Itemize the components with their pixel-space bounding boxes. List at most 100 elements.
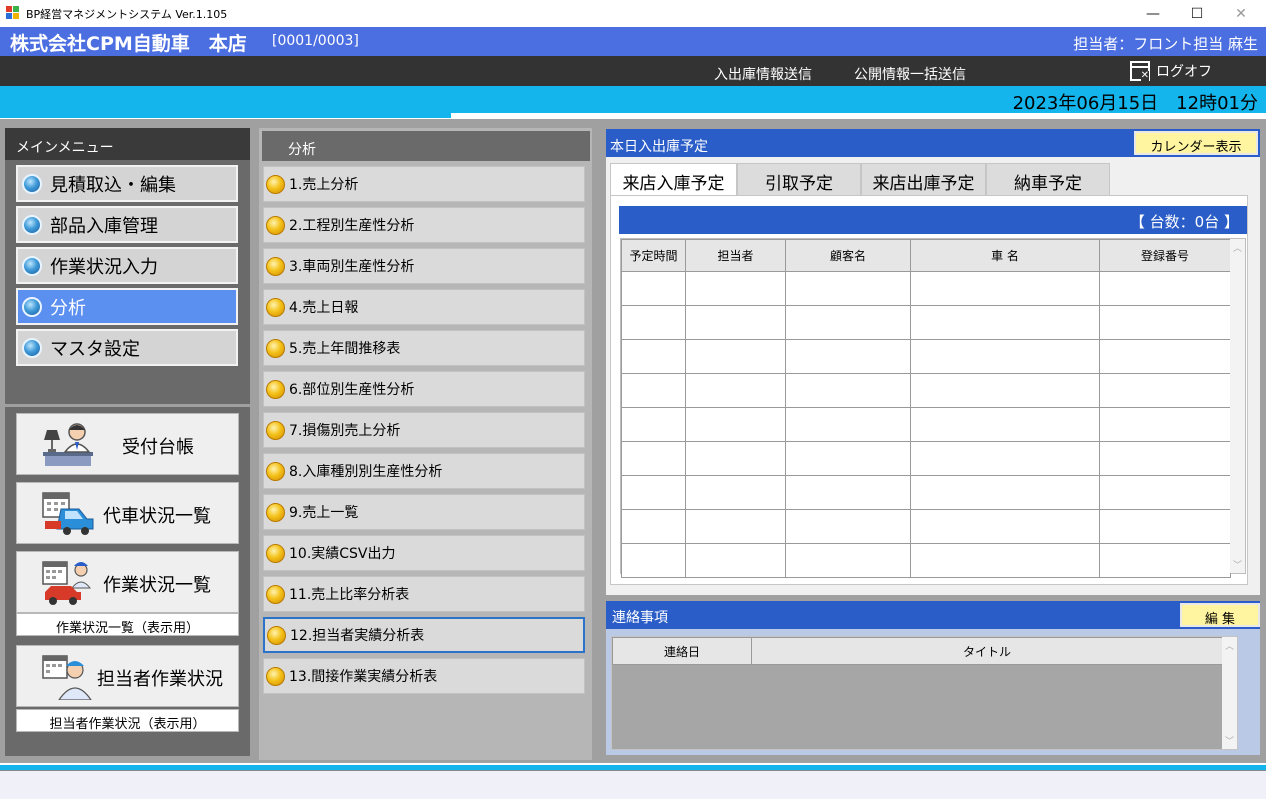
work-status-label: 作業状況一覧 — [103, 575, 211, 596]
analysis-item[interactable]: 2.工程別生産性分析 — [263, 207, 585, 243]
analysis-item[interactable]: 10.実績CSV出力 — [263, 535, 585, 571]
staff-work-button[interactable]: 担当者作業状況 — [16, 645, 239, 707]
maximize-button[interactable]: ☐ — [1174, 0, 1220, 27]
column-header[interactable]: 連絡日 — [612, 637, 752, 665]
column-header[interactable]: 車 名 — [910, 239, 1100, 272]
analysis-item[interactable]: 13.間接作業実績分析表 — [263, 658, 585, 694]
column-header[interactable]: タイトル — [751, 637, 1223, 665]
analysis-item[interactable]: 3.車両別生産性分析 — [263, 248, 585, 284]
table-cell — [621, 305, 686, 340]
table-row[interactable] — [621, 339, 1231, 374]
table-cell — [910, 271, 1100, 306]
coin-icon — [266, 502, 285, 522]
reception-button[interactable]: 受付台帳 — [16, 413, 239, 475]
minimize-button[interactable]: — — [1130, 0, 1176, 27]
scroll-down-icon[interactable]: ﹀ — [1222, 734, 1237, 747]
staff-icon — [42, 655, 92, 700]
table-row[interactable] — [621, 305, 1231, 340]
table-cell — [685, 339, 786, 374]
table-row[interactable] — [621, 509, 1231, 544]
loaner-status-button[interactable]: 代車状況一覧 — [16, 482, 239, 544]
table-cell — [621, 543, 686, 578]
analysis-item-label: 6.部位別生産性分析 — [289, 382, 415, 398]
send-public-link[interactable]: 公開情報一括送信 — [854, 64, 966, 84]
table-cell — [685, 305, 786, 340]
analysis-title: 分析 — [262, 131, 590, 161]
analysis-item[interactable]: 7.損傷別売上分析 — [263, 412, 585, 448]
analysis-item-label: 13.間接作業実績分析表 — [289, 669, 438, 685]
table-cell — [785, 475, 911, 510]
reception-label: 受付台帳 — [122, 437, 194, 458]
analysis-item[interactable]: 1.売上分析 — [263, 166, 585, 202]
reception-desk-icon — [43, 423, 93, 466]
analysis-item[interactable]: 8.入庫種別別生産性分析 — [263, 453, 585, 489]
analysis-inner: 分析 1.売上分析 2.工程別生産性分析 3.車両別生産性分析 4.売上日報 5.売上年… — [259, 128, 592, 760]
company-header: 株式会社CPM自動車 本店 [0001/0003] 担当者：フロント担当 麻生 — [0, 27, 1266, 56]
right-panel: 本日入出庫予定 カレンダー表示 来店入庫予定 引取予定 来店出庫予定 納車予定 … — [596, 125, 1266, 763]
table-cell — [685, 441, 786, 476]
work-status-display-button[interactable]: 作業状況一覧（表示用） — [16, 613, 239, 636]
analysis-item[interactable]: 12.担当者実績分析表 — [263, 617, 585, 653]
scroll-down-icon[interactable]: ﹀ — [1230, 558, 1245, 571]
menu-item-label: 部品入庫管理 — [50, 215, 158, 237]
edit-notice-button[interactable]: 編 集 — [1180, 603, 1260, 627]
staff-work-label: 担当者作業状況 — [97, 669, 223, 690]
menu-item-analysis[interactable]: 分析 — [16, 288, 238, 325]
column-header[interactable]: 顧客名 — [785, 239, 911, 272]
tab-pickup[interactable]: 引取予定 — [737, 163, 861, 196]
analysis-item[interactable]: 6.部位別生産性分析 — [263, 371, 585, 407]
staff-work-display-button[interactable]: 担当者作業状況（表示用） — [16, 709, 239, 732]
table-cell — [685, 407, 786, 442]
coin-icon — [266, 338, 285, 358]
table-row[interactable] — [621, 373, 1231, 408]
column-header[interactable]: 予定時間 — [621, 239, 686, 272]
tab-store-in[interactable]: 来店入庫予定 — [610, 163, 737, 196]
table-cell — [1099, 339, 1231, 374]
scroll-up-icon[interactable]: ︿ — [1230, 241, 1245, 254]
table-cell — [1099, 475, 1231, 510]
loaner-car-icon — [42, 492, 94, 535]
calendar-button[interactable]: カレンダー表示 — [1134, 131, 1258, 155]
notice-grid[interactable]: 連絡日 タイトル ︿ ﹀ — [611, 636, 1238, 750]
table-row[interactable] — [621, 475, 1231, 510]
scroll-up-icon[interactable]: ︿ — [1222, 639, 1237, 652]
main-menu-title: メインメニュー — [5, 128, 250, 160]
coin-icon — [266, 297, 285, 317]
schedule-scrollbar[interactable]: ︿ ﹀ — [1230, 239, 1245, 573]
analysis-item-label: 11.売上比率分析表 — [289, 587, 410, 603]
analysis-item[interactable]: 11.売上比率分析表 — [263, 576, 585, 612]
table-row[interactable] — [621, 543, 1231, 578]
window-titlebar: BP経営マネジメントシステム Ver.1.105 — ☐ ✕ — [0, 0, 1266, 27]
analysis-item[interactable]: 4.売上日報 — [263, 289, 585, 325]
tab-delivery[interactable]: 納車予定 — [986, 163, 1110, 196]
close-button[interactable]: ✕ — [1218, 0, 1264, 27]
analysis-item[interactable]: 9.売上一覧 — [263, 494, 585, 530]
table-row[interactable] — [621, 407, 1231, 442]
company-code: [0001/0003] — [272, 33, 359, 49]
analysis-item[interactable]: 5.売上年間推移表 — [263, 330, 585, 366]
table-cell — [910, 373, 1100, 408]
coin-icon — [266, 461, 285, 481]
menu-item-estimate[interactable]: 見積取込・編集 — [16, 165, 238, 202]
column-header[interactable]: 登録番号 — [1099, 239, 1231, 272]
table-cell — [785, 407, 911, 442]
menu-item-parts[interactable]: 部品入庫管理 — [16, 206, 238, 243]
schedule-grid[interactable]: 予定時間 担当者 顧客名 車 名 登録番号 ︿ ﹀ — [620, 238, 1246, 578]
table-cell — [785, 271, 911, 306]
coin-icon — [266, 256, 285, 276]
work-status-button[interactable]: 作業状況一覧 — [16, 551, 239, 613]
menu-item-master[interactable]: マスタ設定 — [16, 329, 238, 366]
tab-store-out[interactable]: 来店出庫予定 — [861, 163, 986, 196]
table-row[interactable] — [621, 441, 1231, 476]
staff-name: 担当者：フロント担当 麻生 — [1073, 35, 1258, 53]
table-cell — [785, 509, 911, 544]
table-row[interactable] — [621, 271, 1231, 306]
send-inout-link[interactable]: 入出庫情報送信 — [714, 64, 812, 84]
status-bar — [0, 770, 1266, 799]
table-cell — [910, 305, 1100, 340]
notice-scrollbar[interactable]: ︿ ﹀ — [1222, 637, 1237, 749]
column-header[interactable]: 担当者 — [685, 239, 786, 272]
menu-item-work-input[interactable]: 作業状況入力 — [16, 247, 238, 284]
globe-icon — [22, 255, 42, 276]
logoff-button[interactable]: ✕ ログオフ — [1130, 60, 1212, 82]
